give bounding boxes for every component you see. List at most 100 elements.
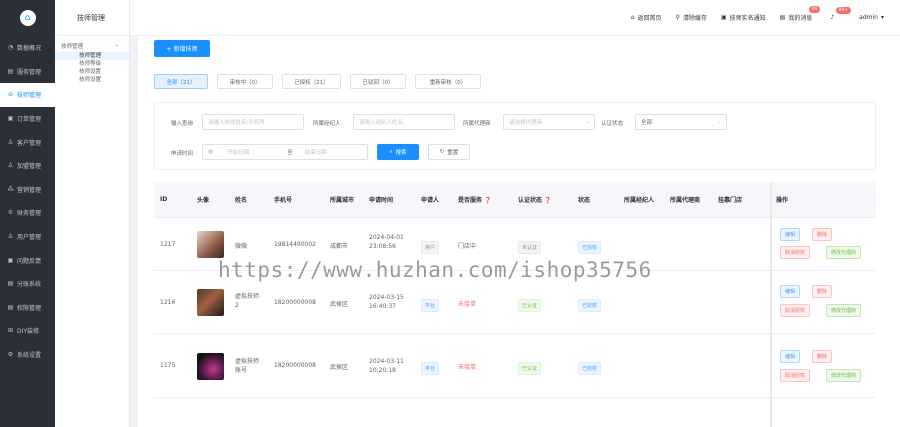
- bell-icon: ♪: [830, 14, 835, 21]
- nav-icon: ♙: [7, 138, 14, 146]
- sidebar-item-label: 营销管理: [17, 186, 42, 194]
- subnav-item-tech-level[interactable]: 技师等级: [55, 60, 129, 68]
- table-header: ID 头像 姓名 手机号 所属城市 申请时间 申请人 是否服务 ❓ 认证状态 ❓…: [154, 182, 876, 218]
- sidebar-item-8[interactable]: ♙ 用户管理: [0, 225, 55, 249]
- home-logo-icon: ⌂: [19, 10, 36, 26]
- sidebar-item-3[interactable]: ▣ 订单管理: [0, 107, 55, 131]
- help-icon: ❓: [544, 197, 552, 204]
- channel-select[interactable]: 请选择代理商 ⌄: [503, 114, 595, 130]
- sidebar: ⌂ ◔ 数据概况 ▤ 服务管理 ⊖ 技师管理 ▣ 订单管理 ♙ 客户管理 ♙ 加盟管理 ⁂ 营销管理 ♔ 财务…: [0, 0, 55, 427]
- sidebar-item-5[interactable]: ♙ 加盟管理: [0, 154, 55, 178]
- tech-notice-link[interactable]: ▣ 技师实名通知: [721, 13, 766, 22]
- delete-button[interactable]: 删除: [812, 285, 833, 298]
- tech-table: ID 头像 姓名 手机号 所属城市 申请时间 申请人 是否服务 ❓ 认证状态 ❓…: [154, 182, 876, 398]
- main-content: + 新增技师 全部（21） 审核中（0） 已授权（21） 已驳回（0） 重新审核…: [138, 36, 900, 427]
- tab-re-review[interactable]: 重新审核（0）: [415, 74, 481, 89]
- tab-authorized[interactable]: 已授权（21）: [282, 74, 341, 89]
- sidebar-item-label: 服务管理: [17, 68, 42, 76]
- cancel-auth-button[interactable]: 取消授权: [780, 246, 811, 259]
- delete-button[interactable]: 删除: [812, 228, 833, 241]
- table-row: 1175 虚拟技师 账号 18200000008 武侯区 2024-03-11 10…: [154, 334, 876, 398]
- avatar: [197, 231, 224, 258]
- cert-tag: 未认证: [518, 240, 542, 254]
- applicant-tag: 平台: [421, 298, 440, 312]
- sidebar-item-label: 问题反馈: [17, 257, 42, 265]
- sidebar-item-label: 财务管理: [17, 210, 42, 218]
- sidebar-item-label: 数据概况: [17, 45, 42, 53]
- edit-button[interactable]: 编辑: [780, 228, 801, 241]
- col-avatar: 头像: [197, 197, 210, 204]
- tab-rejected[interactable]: 已驳回（0）: [350, 74, 406, 89]
- sidebar-item-4[interactable]: ♙ 客户管理: [0, 130, 55, 154]
- col-ops: 操作: [776, 197, 789, 204]
- tab-reviewing[interactable]: 审核中（0）: [217, 74, 273, 89]
- agent-input[interactable]: 请输入经纪人姓名: [353, 114, 455, 130]
- cancel-auth-button[interactable]: 取消授权: [780, 369, 811, 382]
- subnav-group-toggle[interactable]: 技师管理 ⌄: [55, 36, 129, 52]
- col-city: 所属城市: [330, 197, 355, 204]
- subnav-title: 技师管理: [55, 0, 129, 36]
- chevron-down-icon: ⌄: [585, 119, 590, 125]
- col-name: 姓名: [235, 197, 248, 204]
- date-label: 申请时间: [171, 151, 194, 157]
- status-tabs: 全部（21） 审核中（0） 已授权（21） 已驳回（0） 重新审核（0）: [154, 74, 490, 89]
- sidebar-item-11[interactable]: ▤ 权限管理: [0, 296, 55, 320]
- sidebar-item-9[interactable]: ▣ 问题反馈: [0, 248, 55, 272]
- add-tech-button[interactable]: + 新增技师: [154, 40, 210, 57]
- channel-label: 所属代理商: [463, 121, 491, 127]
- change-channel-button[interactable]: 修改代理商: [826, 304, 862, 317]
- calendar-icon: ▦: [208, 149, 214, 155]
- edit-button[interactable]: 编辑: [780, 350, 801, 363]
- refresh-icon: ↻: [439, 149, 445, 155]
- change-channel-button[interactable]: 修改代理商: [826, 246, 862, 259]
- subnav-item-tech-manage[interactable]: 技师管理: [55, 52, 129, 60]
- change-channel-button[interactable]: 修改代理商: [826, 369, 862, 382]
- home-link[interactable]: ⌂ 返回首页: [631, 13, 662, 22]
- reset-button[interactable]: ↻ 重置: [428, 144, 470, 160]
- delete-button[interactable]: 删除: [812, 350, 833, 363]
- sidebar-item-label: 系统设置: [17, 352, 42, 360]
- sidebar-item-label: 分账系统: [17, 281, 42, 289]
- sidebar-item-2[interactable]: ⊖ 技师管理: [0, 83, 55, 107]
- pin-icon: ⚲: [675, 14, 680, 21]
- subnav-group-label: 技师管理: [61, 44, 84, 50]
- keyword-input[interactable]: 请输入技师姓名/手机号: [202, 114, 304, 130]
- filter-panel: 输入查询 请输入技师姓名/手机号 所属经纪人 请输入经纪人姓名 所属代理商 请选…: [154, 102, 876, 170]
- sidebar-item-label: 加盟管理: [17, 163, 42, 171]
- cert-tag: 已认证: [518, 298, 542, 312]
- sidebar-item-12[interactable]: ⊞ DIY装修: [0, 319, 55, 343]
- my-notice-link[interactable]: ▤ 我的消息 99: [780, 6, 821, 22]
- subnav-item-tech-settings-2[interactable]: 技师设置: [55, 76, 129, 84]
- nav-icon: ♙: [7, 162, 14, 170]
- chevron-down-icon: ⌄: [717, 119, 722, 125]
- col-store: 挂靠门店: [718, 197, 743, 204]
- fixed-column-divider: [770, 182, 772, 427]
- applicant-tag: 平台: [421, 362, 440, 375]
- avatar: [197, 352, 224, 380]
- nav-icon: ⁂: [7, 185, 14, 193]
- user-menu[interactable]: admin ▾: [859, 14, 884, 21]
- sidebar-item-7[interactable]: ♔ 财务管理: [0, 201, 55, 225]
- subnav-item-tech-settings[interactable]: 技师设置: [55, 68, 129, 76]
- clear-cache-link[interactable]: ⚲ 清除缓存: [676, 13, 707, 22]
- cancel-auth-button[interactable]: 取消授权: [780, 304, 811, 317]
- my-notice-badge: 99: [808, 6, 821, 13]
- cert-select[interactable]: 全部 ⌄: [635, 114, 727, 130]
- col-id: ID: [160, 196, 168, 203]
- sidebar-item-0[interactable]: ◔ 数据概况: [0, 36, 55, 60]
- date-range-picker[interactable]: ▦ 开始日期 至 结束日期: [202, 144, 368, 160]
- edit-button[interactable]: 编辑: [780, 285, 801, 298]
- help-icon: ❓: [484, 197, 492, 204]
- sidebar-item-10[interactable]: ▤ 分账系统: [0, 272, 55, 296]
- sidebar-item-13[interactable]: ⚙ 系统设置: [0, 343, 55, 367]
- logo[interactable]: ⌂: [0, 0, 55, 36]
- sidebar-item-1[interactable]: ▤ 服务管理: [0, 60, 55, 84]
- agent-label: 所属经纪人: [313, 121, 341, 127]
- col-channel: 所属代理商: [670, 197, 701, 204]
- sidebar-item-6[interactable]: ⁂ 营销管理: [0, 178, 55, 202]
- search-button[interactable]: ⌕ 搜索: [377, 144, 419, 160]
- nav-icon: ◔: [7, 44, 14, 52]
- bell-button[interactable]: ♪ 99+: [830, 7, 852, 21]
- tab-all[interactable]: 全部（21）: [154, 74, 208, 89]
- sidebar-item-label: 订单管理: [17, 116, 42, 124]
